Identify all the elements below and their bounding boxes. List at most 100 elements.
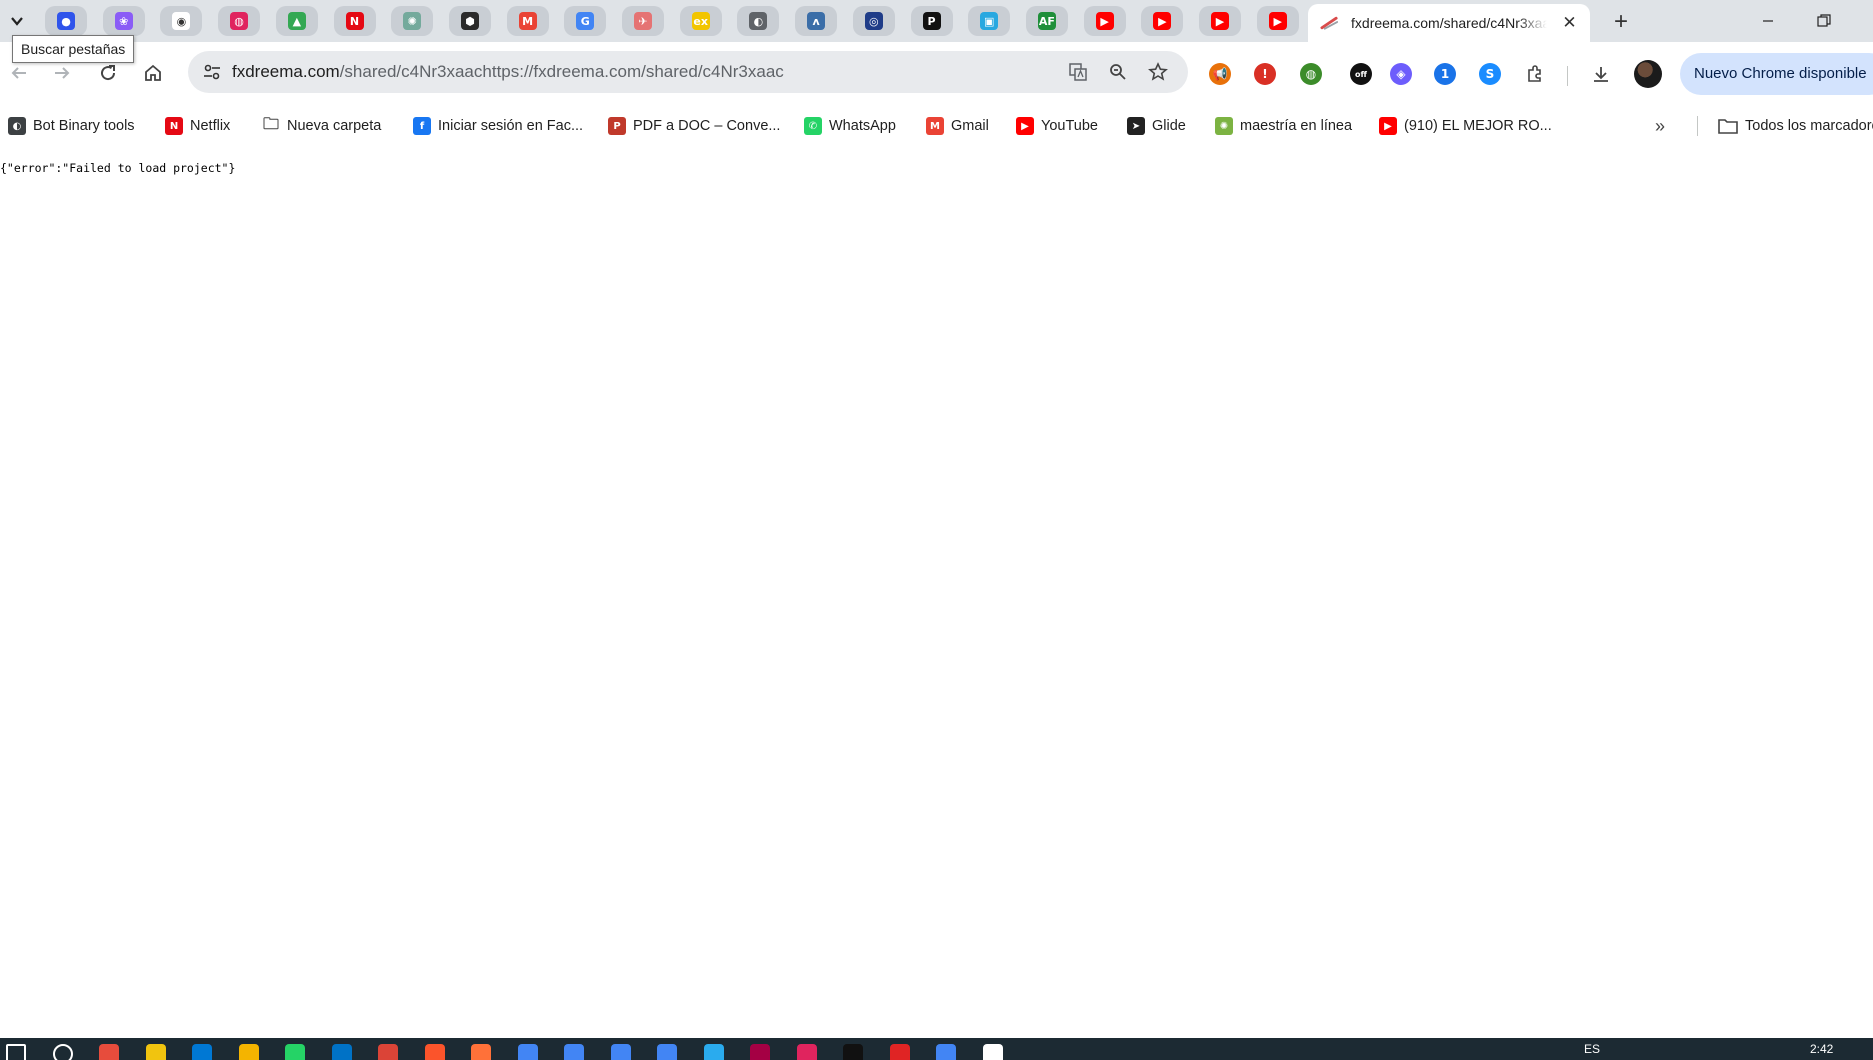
pinned-tab[interactable]: ◎ [850,4,898,38]
bookmark-star-icon[interactable] [1138,51,1178,93]
youtube-icon: ▶ [1153,12,1172,30]
pinned-tab[interactable]: ʌ [792,4,840,38]
profile-avatar[interactable] [1634,60,1662,88]
search-icon[interactable] [52,1044,73,1060]
pinned-tab[interactable]: ▶ [1138,4,1186,38]
taskbar-app-icon[interactable] [703,1044,724,1060]
bookmark-item[interactable]: ✆ WhatsApp [804,108,896,144]
tab-strip: ● ❀ ◉ ◍ ▲ N ✺ ⬢ M G ✈ ex ◐ ʌ ◎ P ▣ AF ▶ ▶ ▶ ▶ fxdreema.com/sh… [0,0,1873,42]
google-drive-icon: ▲ [287,12,306,30]
restore-button[interactable] [1796,0,1852,42]
bookmark-item[interactable]: ▶ YouTube [1016,108,1098,144]
taskbar-app-icon[interactable] [517,1044,538,1060]
taskbar-app-icon[interactable] [471,1044,491,1060]
pinned-tab[interactable]: ◉ [157,4,205,38]
pinned-tab[interactable]: ◍ [215,4,263,38]
bookmark-item[interactable]: ▶ (910) EL MEJOR RO... [1379,108,1552,144]
bookmark-item[interactable]: P PDF a DOC – Conve... [608,108,780,144]
pinned-tab[interactable]: ✈ [619,4,667,38]
globe-extension-icon[interactable]: ◍ [1296,59,1326,89]
taskbar-app-icon[interactable] [331,1044,352,1060]
pinned-tab[interactable]: ▶ [1196,4,1244,38]
taskbar-app-icon[interactable] [889,1044,910,1060]
extensions-puzzle-icon[interactable] [1520,59,1550,89]
p-logo-icon: P [922,12,941,30]
minimize-button[interactable] [1740,0,1796,42]
bookmark-favicon-icon: f [413,117,431,135]
bookmarks-overflow-button[interactable]: » [1655,108,1665,144]
tab-search-button[interactable] [4,8,30,34]
bookmark-item[interactable]: N Netflix [165,108,230,144]
megaphone-icon[interactable]: 📢 [1205,59,1235,89]
zoom-icon[interactable] [1098,51,1138,93]
taskbar-app-icon[interactable] [192,1044,212,1060]
taskbar-app-icon[interactable] [843,1044,863,1060]
red-circle-icon: ◍ [230,12,249,30]
pinned-tab-background: ex [679,6,722,36]
pinned-tab[interactable]: ◐ [734,4,782,38]
pinned-tab-background: ⬢ [448,6,491,36]
youtube-icon: ▶ [1268,12,1287,30]
taskbar-app-icon[interactable] [378,1044,398,1060]
netflix-icon: N [345,12,364,30]
taskbar-app-icon[interactable] [99,1044,119,1060]
bookmark-item[interactable]: ➤ Glide [1127,108,1186,144]
pinned-tab[interactable]: ▶ [1081,4,1129,38]
pinned-tab[interactable]: P [908,4,956,38]
shield-extension-icon[interactable]: ◈ [1386,59,1416,89]
taskbar-app-icon[interactable] [657,1044,677,1060]
pinned-tab[interactable]: G [561,4,609,38]
shazam-icon[interactable]: S [1475,59,1505,89]
pinned-tab[interactable]: ▣ [965,4,1013,38]
translate-icon[interactable] [1058,51,1098,93]
bookmark-item[interactable]: f Iniciar sesión en Fac... [413,108,583,144]
page-content: {"error":"Failed to load project"} [0,146,1873,1038]
globe-extension-icon-glyph: ◍ [1300,63,1322,85]
taskbar-app-icon[interactable] [750,1044,770,1060]
taskbar-app-icon[interactable] [238,1044,259,1060]
bookmark-label: WhatsApp [829,118,896,134]
pinned-tab[interactable]: N [331,4,379,38]
alert-icon[interactable]: ! [1250,59,1280,89]
pinned-tab[interactable]: ● [42,4,90,38]
pinned-tab[interactable]: ▲ [273,4,321,38]
taskbar-app-icon[interactable] [610,1044,631,1060]
password-extension-icon[interactable]: 1 [1430,59,1460,89]
download-icon[interactable] [1586,59,1616,89]
start-menu-icon[interactable] [6,1044,26,1060]
active-tab[interactable]: fxdreema.com/shared/c4Nr3xaac ✕ [1308,4,1590,42]
taskbar-app-icon[interactable] [285,1044,305,1060]
pinned-tab[interactable]: ⬢ [446,4,494,38]
taskbar-app-icon[interactable] [796,1044,817,1060]
chatgpt-icon: ✺ [403,12,422,30]
taskbar-app-icon[interactable] [424,1044,445,1060]
chrome-update-chip[interactable]: Nuevo Chrome disponible [1680,53,1873,95]
pinned-tab[interactable]: ✺ [388,4,436,38]
bookmark-item[interactable]: 🗀 Nueva carpeta [262,108,381,144]
taskbar-app-icon[interactable] [564,1044,584,1060]
all-bookmarks-folder[interactable]: Todos los marcadores [1718,108,1873,144]
home-button[interactable] [136,56,170,90]
pinned-tab[interactable]: ▶ [1254,4,1302,38]
close-tab-icon[interactable]: ✕ [1561,13,1578,33]
pinned-tab[interactable]: ex [677,4,725,38]
taskbar-clock[interactable]: 2:42 [1810,1042,1833,1056]
pinned-tab[interactable]: M [504,4,552,38]
taskbar-app-icon[interactable] [145,1044,166,1060]
site-info-icon[interactable] [192,64,232,80]
address-bar[interactable]: fxdreema.com/shared/c4Nr3xaachttps://fxd… [188,51,1188,93]
input-language[interactable]: ES [1584,1042,1600,1056]
new-tab-button[interactable]: + [1607,8,1635,36]
bookmark-item[interactable]: ◐ Bot Binary tools [8,108,135,144]
pinned-tab[interactable]: ❀ [100,4,148,38]
bookmark-favicon-icon: M [926,117,944,135]
pinned-tab-background: ▣ [968,6,1011,36]
taskbar-app-icon[interactable] [936,1044,956,1060]
taskbar-app-icon[interactable] [982,1044,1003,1060]
reload-icon [101,65,116,81]
bookmark-item[interactable]: M Gmail [926,108,989,144]
pinned-tab[interactable]: AF [1023,4,1071,38]
bookmark-item[interactable]: ✺ maestría en línea [1215,108,1352,144]
off-extension-icon[interactable]: off [1346,59,1376,89]
youtube-icon: ▶ [1095,12,1114,30]
